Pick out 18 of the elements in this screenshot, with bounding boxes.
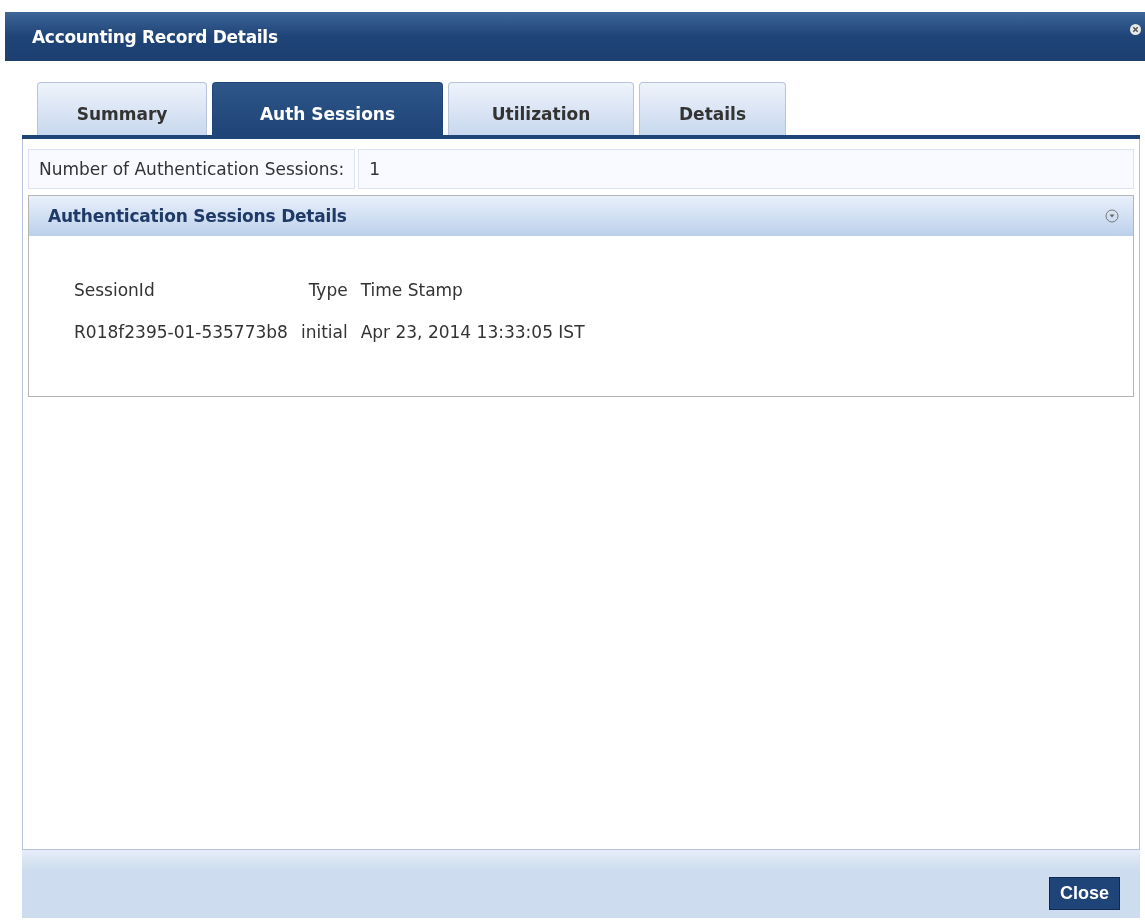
tab[interactable]: Details (639, 82, 786, 135)
column-header: Type (307, 279, 349, 302)
count-value: 1 (358, 149, 1134, 189)
section-title: Authentication Sessions Details (48, 206, 347, 226)
close-icon[interactable] (1130, 24, 1141, 35)
window-title: Accounting Record Details (32, 26, 278, 47)
tab[interactable]: Auth Sessions (212, 82, 443, 135)
table-cell-text: Apr 23, 2014 13:33:05 IST (359, 321, 586, 344)
table-cell-text: R018f2395-01-535773b8 (73, 321, 289, 344)
count-label: Number of Authentication Sessions: (28, 149, 356, 189)
table-cell-text: initial (299, 321, 349, 344)
section-header[interactable]: Authentication Sessions Details (29, 196, 1133, 236)
column-header: SessionId (73, 279, 156, 302)
tab[interactable]: Utilization (448, 82, 634, 135)
tab[interactable]: Summary (37, 82, 207, 135)
close-button[interactable]: Close (1048, 877, 1120, 910)
column-header: Time Stamp (359, 279, 464, 302)
collapse-icon[interactable] (1105, 209, 1119, 223)
